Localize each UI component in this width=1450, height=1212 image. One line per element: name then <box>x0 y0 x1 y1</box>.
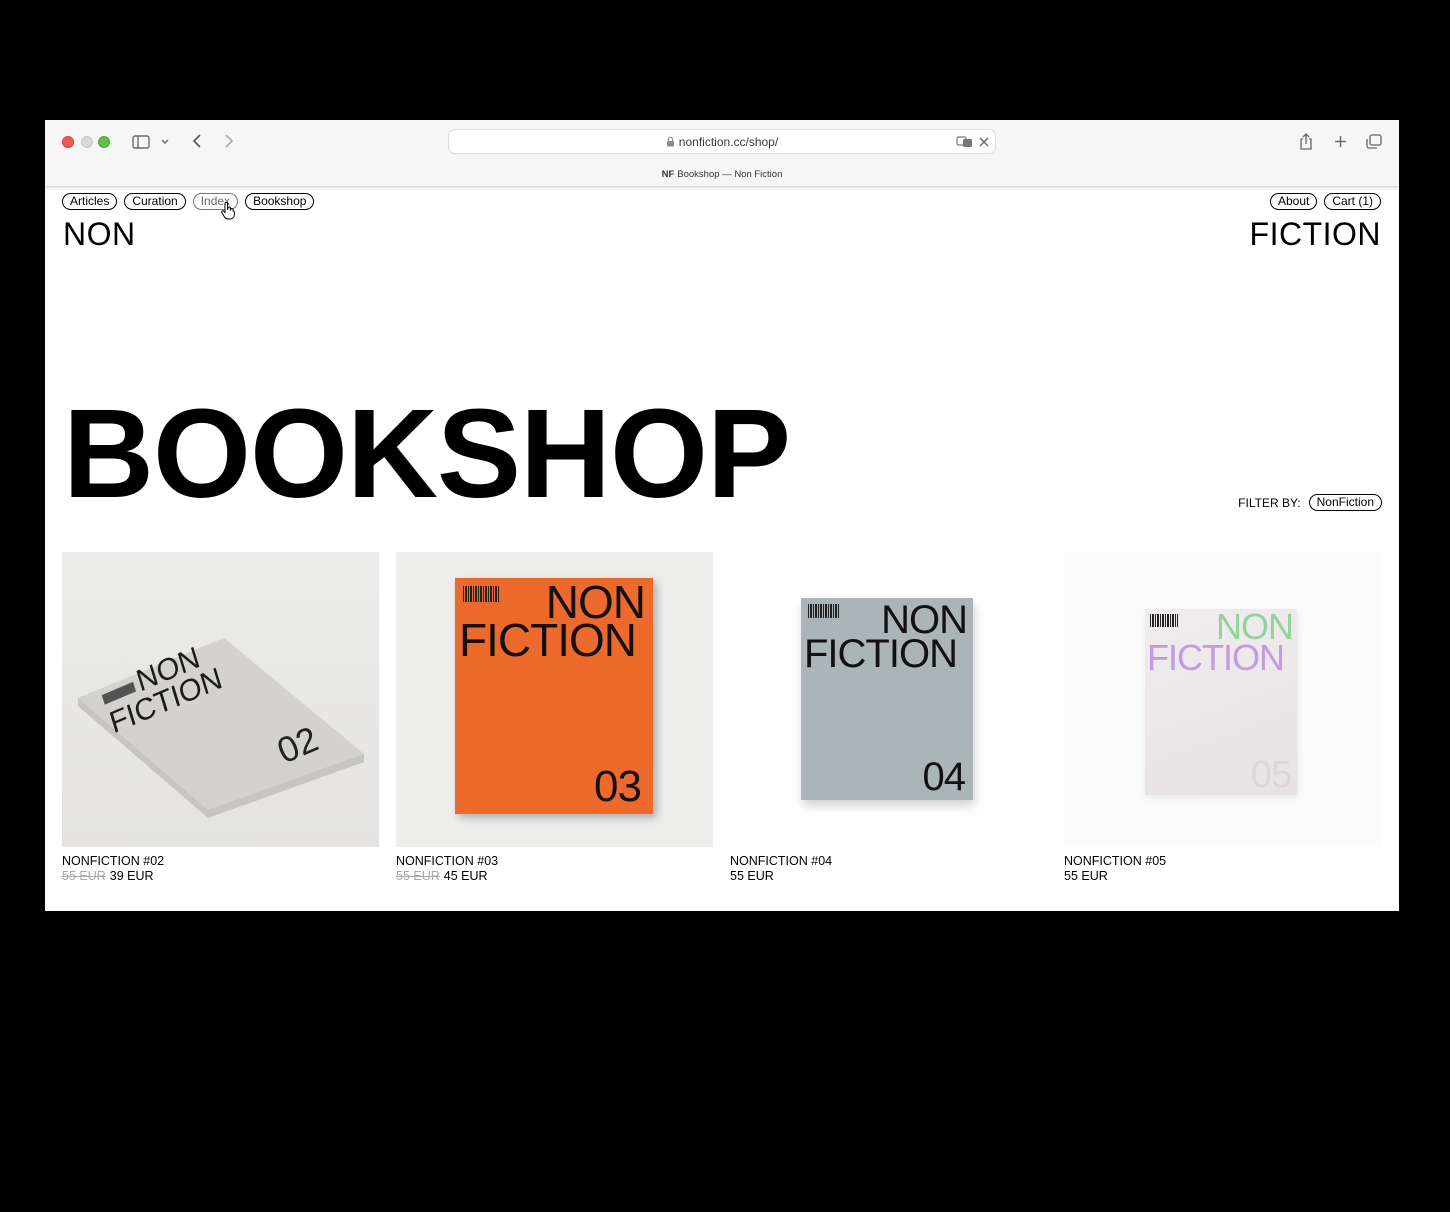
product-price: 55 EUR <box>1064 869 1381 883</box>
product-image[interactable]: NON FICTION 02 <box>62 552 379 847</box>
share-icon[interactable] <box>1298 132 1314 150</box>
lock-icon <box>666 136 674 147</box>
close-icon[interactable] <box>978 136 990 148</box>
cover-text: FICTION <box>459 614 637 666</box>
cover-issue-number: 05 <box>1250 754 1292 796</box>
product-old-price: 55 EUR <box>62 869 106 883</box>
product-card[interactable]: NON FICTION 03 NONFICTION #03 55 EUR 45 E… <box>396 552 713 883</box>
translate-icon[interactable] <box>955 135 973 149</box>
product-name[interactable]: NONFICTION #04 <box>730 854 1047 868</box>
product-name[interactable]: NONFICTION #02 <box>62 854 379 868</box>
product-old-price: 55 EUR <box>396 869 440 883</box>
product-card[interactable]: NON FICTION 04 NONFICTION #04 55 EUR <box>730 552 1047 883</box>
book-cover: NON FICTION 03 <box>455 578 653 814</box>
minimize-window-button[interactable] <box>81 136 93 148</box>
product-current-price: 55 EUR <box>730 869 774 883</box>
tab-bar: NF Bookshop — Non Fiction <box>45 164 1399 187</box>
url-display: nonfiction.cc/shop/ <box>449 135 995 149</box>
browser-window: nonfiction.cc/shop/ NF Bookshop — Non Fic… <box>45 120 1399 911</box>
back-arrow-icon[interactable] <box>189 133 205 149</box>
nav-bookshop[interactable]: Bookshop <box>245 193 315 210</box>
active-tab[interactable]: NF Bookshop — Non Fiction <box>45 169 1399 180</box>
product-image[interactable]: NON FICTION 04 <box>730 552 1047 847</box>
new-tab-plus-icon[interactable] <box>1332 133 1348 149</box>
book-cover: NON FICTION 05 <box>1145 608 1297 796</box>
tab-title: Bookshop — Non Fiction <box>677 169 783 180</box>
sidebar-icon[interactable] <box>132 134 150 149</box>
page-title: BOOKSHOP <box>63 383 791 524</box>
brand-non[interactable]: NON <box>63 216 136 253</box>
cover-issue-number: 04 <box>922 755 966 799</box>
filter-nonfiction-button[interactable]: NonFiction <box>1308 494 1382 511</box>
nav-articles[interactable]: Articles <box>62 193 118 210</box>
product-grid: NON FICTION 02 NONFICTION #02 55 EUR 39 E… <box>62 552 1382 892</box>
tab-overview-icon[interactable] <box>1365 133 1383 149</box>
nav-curation[interactable]: Curation <box>124 193 186 210</box>
close-window-button[interactable] <box>62 136 74 148</box>
product-price: 55 EUR 39 EUR <box>62 869 379 883</box>
brand-fiction[interactable]: FICTION <box>1250 216 1381 253</box>
product-name[interactable]: NONFICTION #05 <box>1064 854 1381 868</box>
browser-toolbar: nonfiction.cc/shop/ <box>45 120 1399 164</box>
forward-arrow-icon[interactable] <box>221 133 237 149</box>
cover-text: FICTION <box>1147 637 1285 678</box>
product-image[interactable]: NON FICTION 05 <box>1064 552 1381 847</box>
product-card[interactable]: NON FICTION 02 NONFICTION #02 55 EUR 39 E… <box>62 552 379 883</box>
hand-pointer-cursor-icon <box>221 202 235 220</box>
filter-label: FILTER BY: <box>1238 495 1301 510</box>
address-bar[interactable]: nonfiction.cc/shop/ <box>448 129 996 154</box>
book-cover: NON FICTION 04 <box>801 598 973 800</box>
product-price: 55 EUR 45 EUR <box>396 869 713 883</box>
url-text: nonfiction.cc/shop/ <box>678 135 779 149</box>
filter-bar: FILTER BY: NonFiction <box>1238 494 1382 511</box>
fullscreen-window-button[interactable] <box>98 136 110 148</box>
secondary-nav: About Cart (1) <box>1269 193 1381 210</box>
product-current-price: 45 EUR <box>443 869 488 883</box>
product-current-price: 39 EUR <box>109 869 154 883</box>
product-current-price: 55 EUR <box>1064 869 1108 883</box>
cover-issue-number: 03 <box>594 762 642 811</box>
cover-text: FICTION <box>804 632 958 676</box>
chevron-down-icon[interactable] <box>159 136 171 146</box>
primary-nav: Articles Curation Index Bookshop <box>62 193 315 210</box>
nav-cart[interactable]: Cart (1) <box>1324 193 1381 210</box>
product-price: 55 EUR <box>730 869 1047 883</box>
tab-favicon: NF <box>661 169 675 180</box>
nav-about[interactable]: About <box>1269 193 1318 210</box>
product-card[interactable]: NON FICTION 05 NONFICTION #05 55 EUR <box>1064 552 1381 883</box>
product-image[interactable]: NON FICTION 03 <box>396 552 713 847</box>
product-name[interactable]: NONFICTION #03 <box>396 854 713 868</box>
